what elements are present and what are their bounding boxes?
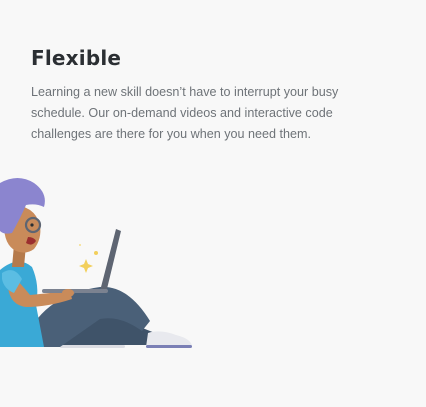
sparkle-dot-small bbox=[79, 244, 81, 246]
shoe-sole bbox=[146, 345, 192, 348]
feature-description: Learning a new skill doesn’t have to int… bbox=[31, 85, 339, 141]
laptop-screen bbox=[100, 229, 121, 293]
person-with-laptop-illustration bbox=[0, 178, 192, 348]
eye bbox=[30, 223, 34, 227]
shoe-icon bbox=[146, 331, 192, 347]
ground-shadow bbox=[60, 345, 125, 348]
sparkle-dot bbox=[94, 251, 98, 255]
feature-title: Flexible bbox=[31, 46, 122, 70]
hand bbox=[62, 289, 74, 297]
feature-card: Flexible Learning a new skill doesn’t ha… bbox=[0, 0, 426, 407]
laptop-base bbox=[42, 289, 108, 293]
sparkle-icon bbox=[79, 259, 93, 273]
